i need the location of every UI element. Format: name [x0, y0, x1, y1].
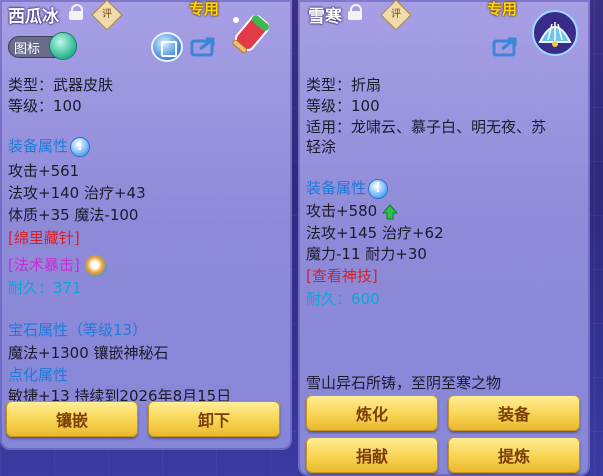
item-fan-icon [532, 10, 578, 56]
durability: 耐久：600 [306, 290, 380, 308]
item-popsicle-icon [232, 15, 270, 54]
attr-mana-stamina: 魔力-11 耐力+30 [306, 245, 427, 263]
rating-badge-icon[interactable]: 评 [380, 0, 412, 31]
skill-link[interactable]: [绵里藏针] [8, 227, 80, 248]
icon-toggle[interactable]: 图标 [8, 33, 76, 59]
attr-title: 装备属性! [306, 177, 389, 199]
lock-icon[interactable] [69, 4, 83, 20]
toggle-knob [50, 33, 76, 59]
exclusive-label: 专用 [487, 0, 518, 18]
item-name: 西瓜冰 [8, 7, 59, 27]
unload-button[interactable]: 卸下 [148, 401, 280, 437]
gem-title: 宝石属性（等级13） [8, 321, 148, 339]
info-icon[interactable]: ! [368, 178, 389, 199]
rating-badge-icon[interactable]: 评 [91, 0, 123, 31]
attr-title: 装备属性! [8, 135, 91, 157]
item-description: 雪山异石所铸，至阴至寒之物 [306, 374, 502, 392]
donate-button[interactable]: 捐献 [306, 437, 438, 473]
attr-magic-heal: 法攻+145 治疗+62 [306, 224, 444, 242]
attr-attack: 攻击+561 [8, 162, 80, 180]
photo-icon[interactable] [153, 34, 181, 60]
up-arrow-icon [381, 203, 399, 219]
inlay-button[interactable]: 镶嵌 [6, 401, 138, 437]
refine-value: 敏捷+13 持续到2026年8月15日 [8, 387, 232, 401]
right-item-tooltip: 雪寒 评 专用 类型：折扇 等级：100 适用：龙啸云、慕子白、明无夜、苏 轻涂… [298, 0, 590, 476]
refine-title: 点化属性 [8, 366, 69, 384]
item-suitable: 适用：龙啸云、慕子白、明无夜、苏 [306, 118, 547, 136]
item-level: 等级：100 [306, 97, 380, 115]
gem-value: 魔法+1300 镶嵌神秘石 [8, 344, 169, 362]
item-type: 类型：折扇 [306, 76, 382, 94]
swirl-icon [84, 254, 107, 277]
share-icon[interactable] [190, 35, 218, 57]
share-icon[interactable] [492, 35, 520, 57]
info-icon[interactable]: ! [70, 136, 91, 157]
attr-magic-heal: 法攻+140 治疗+43 [8, 184, 146, 202]
left-item-tooltip: 西瓜冰 评 专用 图标 类型：武器皮肤 等级：100 装备属性! 攻击+561 … [0, 0, 292, 450]
refine-button[interactable]: 炼化 [306, 395, 438, 431]
item-type: 类型：武器皮肤 [8, 76, 114, 94]
durability: 耐久：371 [8, 279, 82, 297]
icon-toggle-label: 图标 [14, 42, 41, 57]
item-suitable-cont: 轻涂 [306, 138, 337, 156]
skill-link[interactable]: [法术暴击] [8, 254, 107, 277]
attr-con-magic: 体质+35 魔法-100 [8, 206, 139, 224]
item-level: 等级：100 [8, 97, 82, 115]
item-name: 雪寒 [308, 7, 342, 27]
extract-button[interactable]: 提炼 [448, 437, 580, 473]
view-skill-link[interactable]: [查看神技] [306, 265, 378, 286]
equip-button[interactable]: 装备 [448, 395, 580, 431]
lock-icon[interactable] [348, 4, 362, 20]
exclusive-label: 专用 [189, 0, 220, 18]
attr-attack: 攻击+580 [306, 200, 399, 221]
